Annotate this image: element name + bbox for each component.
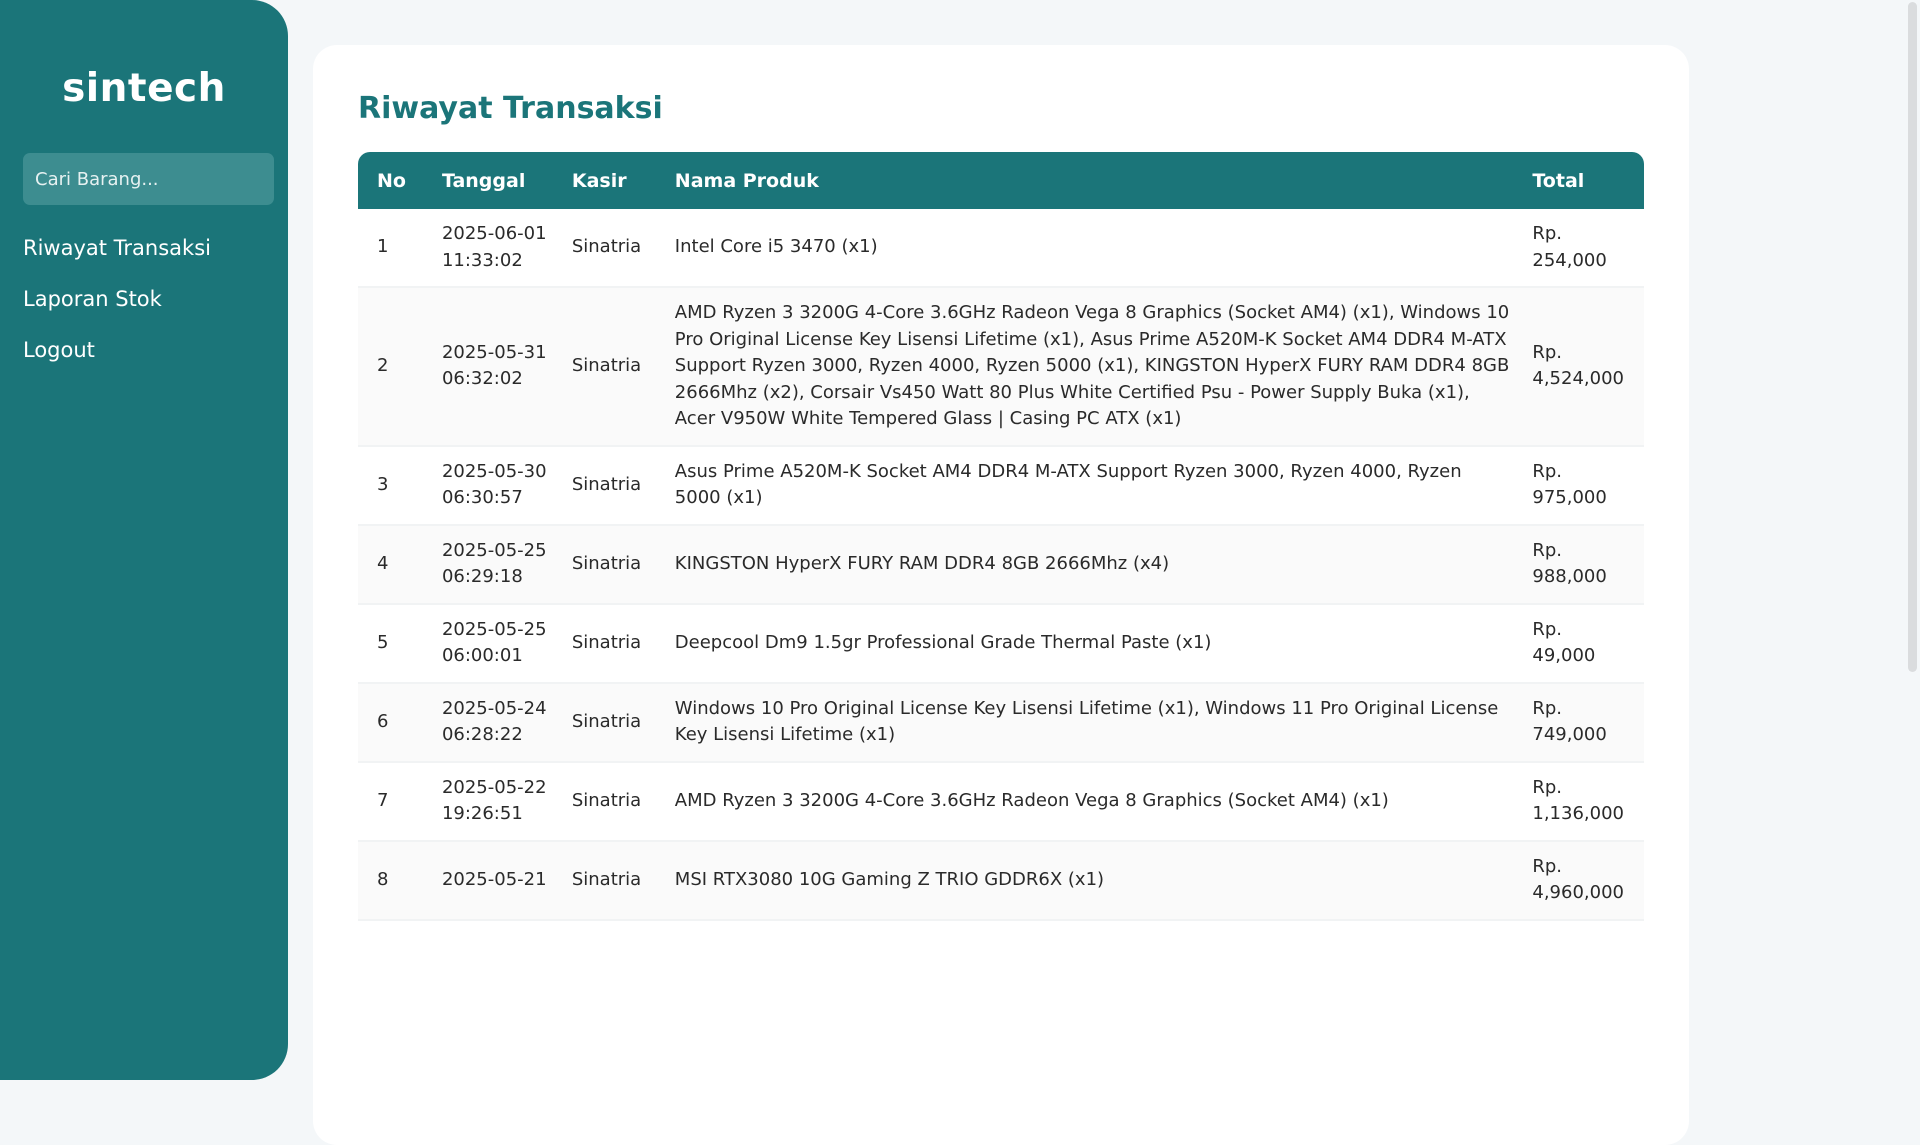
sidebar-item-laporan-stok[interactable]: Laporan Stok	[23, 276, 265, 327]
cell-nama-produk: Intel Core i5 3470 (x1)	[674, 209, 1533, 288]
cell-kasir: Sinatria	[571, 762, 675, 842]
sidebar-item-logout[interactable]: Logout	[23, 327, 265, 378]
table-row: 7 2025-05-22 19:26:51 Sinatria AMD Ryzen…	[358, 762, 1644, 842]
cell-no: 7	[358, 762, 442, 842]
cell-tanggal: 2025-05-25 06:29:18	[441, 525, 572, 605]
main-card: Riwayat Transaksi No Tanggal Kasir Nama …	[313, 45, 1689, 1145]
cell-kasir: Sinatria	[571, 288, 675, 447]
cell-tanggal: 2025-05-31 06:32:02	[441, 288, 572, 447]
table-row: 2 2025-05-31 06:32:02 Sinatria AMD Ryzen…	[358, 288, 1644, 447]
cell-no: 8	[358, 841, 442, 921]
cell-no: 3	[358, 446, 442, 526]
cell-total: Rp. 975,000	[1532, 446, 1644, 526]
cell-total: Rp. 254,000	[1532, 209, 1644, 288]
column-header-total: Total	[1532, 152, 1644, 209]
cell-kasir: Sinatria	[571, 683, 675, 763]
cell-nama-produk: MSI RTX3080 10G Gaming Z TRIO GDDR6X (x1…	[674, 841, 1533, 921]
cell-tanggal: 2025-05-24 06:28:22	[441, 683, 572, 763]
cell-total: Rp. 4,960,000	[1532, 841, 1644, 921]
cell-tanggal: 2025-06-01 11:33:02	[441, 209, 572, 288]
cell-kasir: Sinatria	[571, 525, 675, 605]
table-row: 1 2025-06-01 11:33:02 Sinatria Intel Cor…	[358, 209, 1644, 288]
cell-no: 2	[358, 288, 442, 447]
page-scrollbar[interactable]	[1906, 0, 1920, 1080]
cell-tanggal: 2025-05-21	[441, 841, 572, 921]
column-header-tanggal: Tanggal	[441, 152, 572, 209]
sidebar: sintech Riwayat Transaksi Laporan Stok L…	[0, 0, 288, 1080]
cell-nama-produk: AMD Ryzen 3 3200G 4-Core 3.6GHz Radeon V…	[674, 288, 1533, 447]
table-row: 3 2025-05-30 06:30:57 Sinatria Asus Prim…	[358, 446, 1644, 526]
cell-total: Rp. 49,000	[1532, 604, 1644, 684]
cell-no: 4	[358, 525, 442, 605]
cell-kasir: Sinatria	[571, 209, 675, 288]
transaction-table: No Tanggal Kasir Nama Produk Total 1 202…	[358, 152, 1644, 921]
column-header-nama-produk: Nama Produk	[674, 152, 1533, 209]
cell-tanggal: 2025-05-25 06:00:01	[441, 604, 572, 684]
cell-nama-produk: AMD Ryzen 3 3200G 4-Core 3.6GHz Radeon V…	[674, 762, 1533, 842]
table-row: 8 2025-05-21 Sinatria MSI RTX3080 10G Ga…	[358, 841, 1644, 921]
brand-logo: sintech	[62, 66, 226, 111]
cell-kasir: Sinatria	[571, 841, 675, 921]
scrollbar-thumb[interactable]	[1908, 2, 1917, 672]
cell-nama-produk: Deepcool Dm9 1.5gr Professional Grade Th…	[674, 604, 1533, 684]
cell-total: Rp. 988,000	[1532, 525, 1644, 605]
table-header-row: No Tanggal Kasir Nama Produk Total	[358, 152, 1644, 209]
cell-nama-produk: KINGSTON HyperX FURY RAM DDR4 8GB 2666Mh…	[674, 525, 1533, 605]
table-row: 4 2025-05-25 06:29:18 Sinatria KINGSTON …	[358, 525, 1644, 605]
cell-total: Rp. 4,524,000	[1532, 288, 1644, 447]
search-input[interactable]	[23, 153, 274, 205]
cell-tanggal: 2025-05-30 06:30:57	[441, 446, 572, 526]
cell-total: Rp. 1,136,000	[1532, 762, 1644, 842]
cell-no: 6	[358, 683, 442, 763]
column-header-no: No	[358, 152, 442, 209]
cell-no: 5	[358, 604, 442, 684]
table-row: 5 2025-05-25 06:00:01 Sinatria Deepcool …	[358, 604, 1644, 684]
table-row: 6 2025-05-24 06:28:22 Sinatria Windows 1…	[358, 683, 1644, 763]
sidebar-item-riwayat-transaksi[interactable]: Riwayat Transaksi	[23, 225, 265, 276]
cell-nama-produk: Windows 10 Pro Original License Key Lise…	[674, 683, 1533, 763]
page-title: Riwayat Transaksi	[358, 91, 663, 126]
cell-no: 1	[358, 209, 442, 288]
cell-tanggal: 2025-05-22 19:26:51	[441, 762, 572, 842]
sidebar-nav: Riwayat Transaksi Laporan Stok Logout	[23, 225, 265, 378]
cell-total: Rp. 749,000	[1532, 683, 1644, 763]
column-header-kasir: Kasir	[571, 152, 675, 209]
cell-kasir: Sinatria	[571, 604, 675, 684]
cell-kasir: Sinatria	[571, 446, 675, 526]
cell-nama-produk: Asus Prime A520M-K Socket AM4 DDR4 M-ATX…	[674, 446, 1533, 526]
